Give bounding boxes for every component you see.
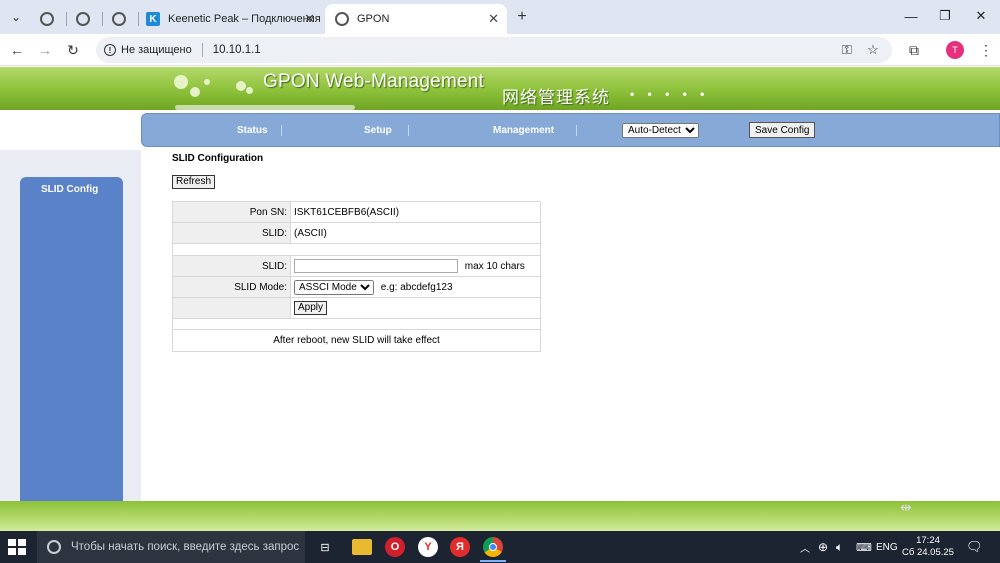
banner-dots: • • • • • [630, 87, 710, 101]
file-explorer-icon[interactable] [352, 539, 372, 555]
tab-3[interactable] [104, 4, 134, 34]
slid-mode-label: SLID Mode: [172, 276, 291, 298]
table-row: After reboot, new SLID will take effect [172, 329, 541, 352]
reboot-note: After reboot, new SLID will take effect [172, 329, 541, 352]
chrome-icon[interactable] [483, 537, 503, 557]
tab-label: GPON [357, 13, 390, 25]
header-banner: GPON Web-Management 网络管理系统 • • • • • [0, 67, 1000, 110]
nav-setup[interactable]: Setup [364, 125, 392, 136]
tab-search-icon[interactable]: ⌄ [4, 6, 28, 28]
slid-input[interactable] [294, 259, 458, 273]
slid-mode-select[interactable]: ASSCI Mode [294, 279, 374, 295]
spacer-row [172, 243, 541, 256]
table-row: Apply [172, 297, 541, 319]
table-row: SLID: max 10 chars [172, 255, 541, 277]
task-view-icon[interactable]: ⊟ [315, 537, 335, 557]
page-viewport: GPON Web-Management 网络管理系统 • • • • • Sta… [0, 67, 1000, 531]
taskbar-search[interactable]: Чтобы начать поиск, введите здесь запрос [37, 531, 305, 563]
clock[interactable]: 17:24 Сб 24.05.25 [897, 535, 959, 559]
key-icon[interactable]: ⚿ [838, 41, 856, 59]
slid-value: (ASCII) [290, 222, 541, 244]
security-label: Не защищено [121, 44, 192, 56]
slid-label: SLID: [172, 222, 291, 244]
close-icon[interactable]: ✕ [488, 11, 499, 27]
slid-input-cell: max 10 chars [290, 255, 541, 277]
tab-1[interactable] [32, 4, 62, 34]
close-icon[interactable]: ✕ [304, 11, 315, 27]
globe-icon [112, 12, 126, 26]
sidebar: SLID Config [20, 177, 123, 502]
browser-tab-strip: ⌄ K Keenetic Peak – Подключения ✕ GPON ✕… [0, 0, 1000, 34]
refresh-button[interactable]: Refresh [172, 175, 216, 189]
network-globe-icon[interactable]: ⊕ [818, 531, 828, 563]
tray-chevron-icon[interactable]: ︿ [800, 531, 810, 563]
nav-management[interactable]: Management [493, 125, 554, 136]
table-row: SLID Mode: ASSCI Mode e.g: abcdefg123 [172, 276, 541, 298]
back-icon[interactable]: ← [7, 41, 27, 59]
profile-avatar[interactable]: T [946, 41, 964, 59]
pon-sn-value: ISKT61CEBFB6(ASCII) [290, 201, 541, 223]
new-tab-icon[interactable]: + [510, 6, 534, 28]
banner-subtitle: 网络管理系统 [502, 88, 610, 107]
yandex-icon[interactable]: Я [450, 537, 470, 557]
address-bar[interactable]: ! Не защищено 10.10.1.1 ⚿ ☆ [96, 37, 892, 63]
language-select[interactable]: Auto-Detect [622, 123, 699, 138]
pon-sn-label: Pon SN: [172, 201, 291, 223]
browser-toolbar: ← → ↻ ! Не защищено 10.10.1.1 ⚿ ☆ ⧉ ⋮ [0, 34, 1000, 66]
apply-button[interactable]: Apply [294, 301, 328, 315]
table-row: Pon SN: ISKT61CEBFB6(ASCII) [172, 201, 541, 223]
spacer-row [172, 318, 541, 330]
keyboard-icon[interactable]: ⌨ [856, 531, 872, 563]
menu-icon[interactable]: ⋮ [976, 41, 996, 59]
logo-graphic [170, 69, 253, 109]
keenetic-icon: K [146, 12, 160, 26]
save-config-button[interactable]: Save Config [749, 122, 816, 138]
slid-mode-cell: ASSCI Mode e.g: abcdefg123 [290, 276, 541, 298]
globe-icon [40, 12, 54, 26]
notifications-icon[interactable]: 🗨︎ [966, 531, 983, 563]
slid-input-label: SLID: [172, 255, 291, 277]
globe-icon [76, 12, 90, 26]
clock-date: Сб 24.05.25 [902, 547, 954, 558]
resize-cursor-icon: ⇹ [900, 499, 912, 515]
restore-icon[interactable]: ❐ [930, 6, 960, 26]
table-row: SLID: (ASCII) [172, 222, 541, 244]
tab-gpon[interactable]: GPON ✕ [325, 4, 507, 34]
search-icon [47, 540, 61, 554]
reload-icon[interactable]: ↻ [63, 41, 83, 59]
minimize-icon[interactable]: — [896, 6, 926, 26]
windows-start-icon[interactable] [8, 539, 26, 555]
sidebar-item-slid-config[interactable]: SLID Config [41, 184, 98, 195]
language-indicator[interactable]: ENG [876, 531, 898, 563]
tab-2[interactable] [68, 4, 98, 34]
slid-input-hint: max 10 chars [464, 260, 525, 272]
slid-config-table: Pon SN: ISKT61CEBFB6(ASCII) SLID: (ASCII… [172, 201, 541, 352]
url-text[interactable]: 10.10.1.1 [213, 44, 261, 56]
extensions-icon[interactable]: ⧉ [904, 41, 924, 59]
opera-icon[interactable]: O [385, 537, 405, 557]
taskbar: Чтобы начать поиск, введите здесь запрос… [0, 531, 1000, 563]
banner-reflection [175, 105, 355, 110]
yandex-browser-icon[interactable]: Y [418, 537, 438, 557]
globe-icon [335, 12, 349, 26]
bookmark-star-icon[interactable]: ☆ [864, 41, 882, 59]
footer-bar [0, 501, 1000, 531]
nav-status[interactable]: Status [237, 125, 268, 136]
forward-icon[interactable]: → [35, 41, 55, 59]
search-placeholder: Чтобы начать поиск, введите здесь запрос [71, 541, 300, 553]
active-app-indicator [480, 560, 506, 562]
close-window-icon[interactable]: ✕ [966, 6, 996, 26]
tab-label: Keenetic Peak – Подключения [168, 13, 321, 25]
tab-keenetic[interactable]: K Keenetic Peak – Подключения ✕ [138, 4, 323, 34]
security-indicator[interactable]: ! Не защищено [104, 44, 192, 56]
volume-icon[interactable]: 🔈︎ [836, 531, 843, 563]
page-title: SLID Configuration [172, 153, 264, 164]
warning-icon: ! [104, 44, 116, 56]
slid-mode-hint: e.g: abcdefg123 [380, 281, 453, 293]
banner-title: GPON Web-Management [263, 71, 484, 92]
top-nav: Status Setup Management Auto-Detect Save… [141, 113, 1000, 147]
clock-time: 17:24 [916, 535, 940, 546]
